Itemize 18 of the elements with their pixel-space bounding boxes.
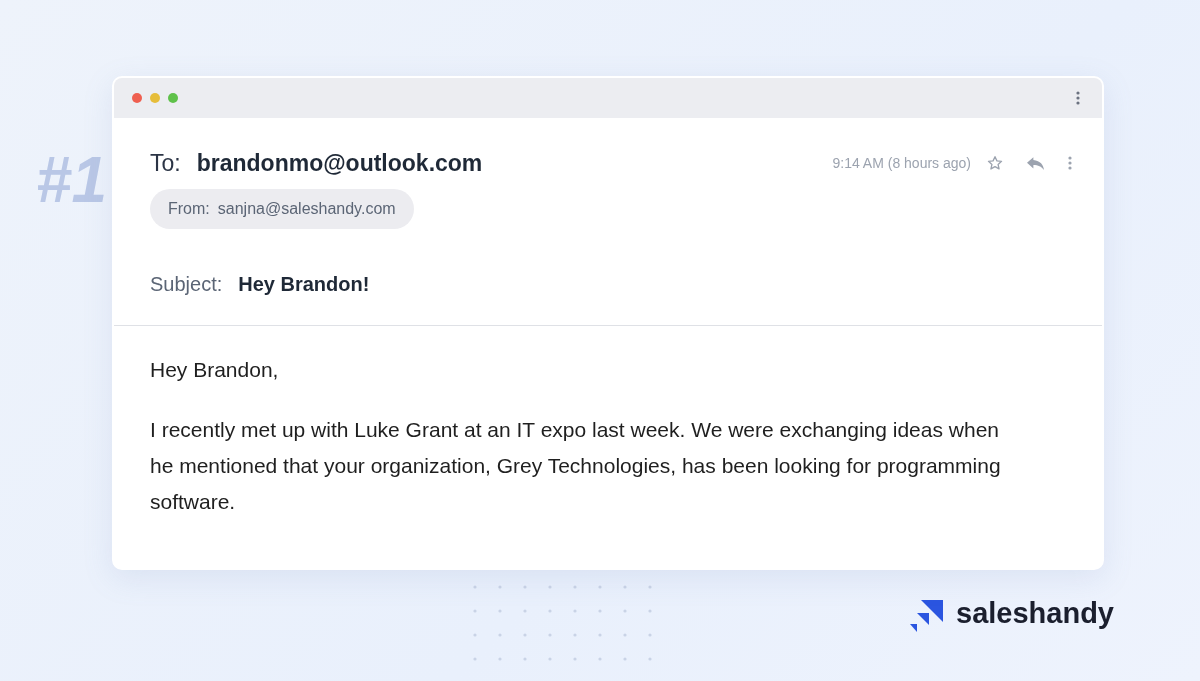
- star-icon[interactable]: [987, 155, 1003, 172]
- body-paragraph: I recently met up with Luke Grant at an IT expo last week. We were exchanging ideas when he mentioned that your organization, Grey Technologies, has been looking for programming software.: [150, 416, 1002, 515]
- sender-email: sanjna@saleshandy.com: [217, 198, 396, 219]
- subject-label: Subject:: [150, 272, 223, 295]
- from-label: From:: [168, 198, 210, 219]
- subject-text: Hey Brandon!: [238, 272, 370, 295]
- maximize-dot-icon[interactable]: [168, 93, 178, 103]
- close-dot-icon[interactable]: [132, 93, 142, 103]
- more-icon[interactable]: [1076, 91, 1080, 105]
- body-paragraph: Hey Brandon,: [150, 356, 280, 383]
- more-icon[interactable]: [1068, 156, 1072, 171]
- reply-icon[interactable]: [1027, 156, 1044, 170]
- brand-name: saleshandy: [956, 598, 1114, 630]
- minimize-dot-icon[interactable]: [150, 93, 160, 103]
- to-label: To:: [150, 149, 181, 178]
- timestamp: 9:14 AM (8 hours ago): [832, 153, 971, 173]
- recipient-email: brandonmo@outlook.com: [196, 149, 483, 178]
- logo-icon: [909, 600, 945, 634]
